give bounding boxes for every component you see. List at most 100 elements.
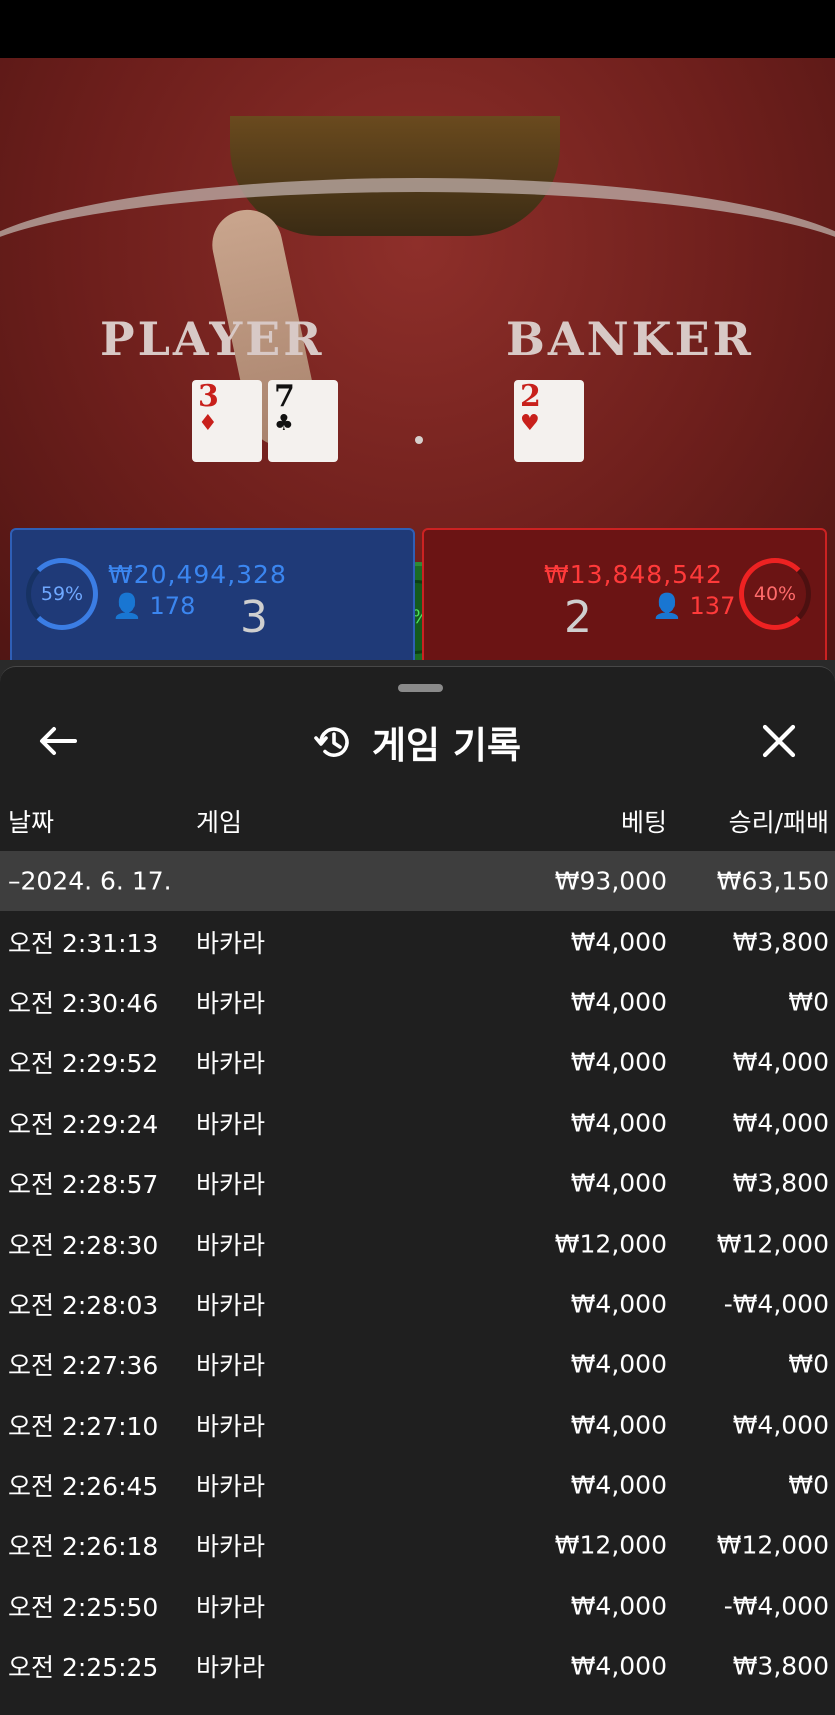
banker-card-1: 2 ♥ (514, 380, 584, 462)
table-row[interactable]: 오전 2:28:57 바카라 ₩4,000 ₩3,800 (0, 1153, 835, 1213)
table-row[interactable]: 오전 2:30:46 바카라 ₩4,000 ₩0 (0, 972, 835, 1032)
row-result: ₩3,800 (732, 1168, 829, 1198)
row-result: ₩0 (788, 1470, 829, 1500)
table-row[interactable]: 오전 2:25:50 바카라 ₩4,000 -₩4,000 (0, 1576, 835, 1636)
row-game: 바카라 (196, 1170, 266, 1200)
row-game: 바카라 (196, 1532, 266, 1562)
row-time: 오전 2:25:50 (8, 1592, 159, 1622)
row-game: 바카라 (196, 1351, 266, 1381)
row-time: 오전 2:26:45 (8, 1472, 159, 1502)
row-bet: ₩4,000 (570, 1651, 667, 1681)
row-time: 오전 2:28:57 (8, 1170, 159, 1200)
row-game: 바카라 (196, 1472, 266, 1502)
row-bet: ₩4,000 (570, 927, 667, 957)
table-row[interactable]: 오전 2:29:24 바카라 ₩4,000 ₩4,000 (0, 1093, 835, 1153)
row-bet: ₩4,000 (570, 1047, 667, 1077)
table-row[interactable]: 오전 2:27:36 바카라 ₩4,000 ₩0 (0, 1334, 835, 1394)
close-icon (762, 724, 796, 758)
row-result: -₩4,000 (723, 1591, 829, 1621)
table-row[interactable]: 오전 2:31:13 바카라 ₩4,000 ₩3,800 (0, 911, 835, 971)
banker-label: BANKER (506, 312, 754, 366)
table-row[interactable]: 오전 2:28:03 바카라 ₩4,000 -₩4,000 (0, 1274, 835, 1334)
row-result: ₩12,000 (716, 1229, 829, 1259)
row-time: 오전 2:28:30 (8, 1230, 159, 1260)
row-bet: ₩4,000 (570, 1591, 667, 1621)
table-row[interactable]: 오전 2:27:10 바카라 ₩4,000 ₩4,000 (0, 1395, 835, 1455)
player-card-1: 3 ♦ (192, 380, 262, 462)
row-bet: ₩4,000 (570, 1168, 667, 1198)
row-time: 오전 2:28:03 (8, 1290, 159, 1320)
history-icon (314, 727, 349, 757)
row-time: 오전 2:27:10 (8, 1411, 159, 1441)
player-label: PLAYER (100, 312, 325, 366)
summary-bet: ₩93,000 (554, 866, 667, 896)
row-time: 오전 2:31:13 (8, 928, 159, 958)
row-game: 바카라 (196, 928, 266, 958)
row-result: ₩4,000 (732, 1047, 829, 1077)
player-card-2: 7 ♣ (268, 380, 338, 462)
column-header-game: 게임 (196, 808, 243, 837)
banker-user-count: 👤 137 (652, 592, 736, 620)
player-total-amount: ₩20,494,328 (108, 560, 287, 589)
row-bet: ₩4,000 (570, 1410, 667, 1440)
row-game: 바카라 (196, 1049, 266, 1079)
player-score: 3 (240, 592, 268, 643)
row-game: 바카라 (196, 1109, 266, 1139)
user-icon: 👤 (112, 592, 142, 620)
user-icon: 👤 (652, 592, 682, 620)
row-bet: ₩12,000 (554, 1229, 667, 1259)
row-result: ₩4,000 (732, 1108, 829, 1138)
summary-date: –2024. 6. 17. (8, 866, 172, 896)
banker-score: 2 (564, 592, 592, 643)
date-summary-row[interactable]: –2024. 6. 17. ₩93,000 ₩63,150 (0, 851, 835, 912)
row-game: 바카라 (196, 1653, 266, 1683)
player-bet-area[interactable]: 59% ₩20,494,328 👤 178 3 (10, 528, 415, 668)
row-game: 바카라 (196, 1592, 266, 1622)
close-button[interactable] (751, 713, 807, 769)
sheet-title-wrap: 게임 기록 (0, 715, 835, 769)
row-bet: ₩4,000 (570, 987, 667, 1017)
table-row[interactable]: 오전 2:28:30 바카라 ₩12,000 ₩12,000 (0, 1213, 835, 1273)
row-bet: ₩4,000 (570, 1289, 667, 1319)
row-time: 오전 2:29:24 (8, 1109, 159, 1139)
table-row[interactable]: 오전 2:26:18 바카라 ₩12,000 ₩12,000 (0, 1515, 835, 1575)
column-header-date: 날짜 (8, 808, 55, 837)
row-bet: ₩4,000 (570, 1349, 667, 1379)
table-row[interactable]: 오전 2:26:45 바카라 ₩4,000 ₩0 (0, 1455, 835, 1515)
row-result: ₩3,800 (732, 927, 829, 957)
player-user-count: 👤 178 (112, 592, 196, 620)
player-percent-ring: 59% (26, 558, 98, 630)
sheet-drag-handle[interactable] (398, 684, 443, 692)
row-result: ₩0 (788, 987, 829, 1017)
table-marker (415, 436, 423, 444)
row-time: 오전 2:27:36 (8, 1351, 159, 1381)
sheet-title: 게임 기록 (371, 724, 522, 767)
row-time: 오전 2:30:46 (8, 988, 159, 1018)
row-game: 바카라 (196, 1230, 266, 1260)
row-result: ₩12,000 (716, 1530, 829, 1560)
row-game: 바카라 (196, 988, 266, 1018)
row-bet: ₩4,000 (570, 1108, 667, 1138)
row-time: 오전 2:26:18 (8, 1532, 159, 1562)
history-table: –2024. 6. 17. ₩93,000 ₩63,150 오전 2:31:13… (0, 851, 835, 1696)
row-result: ₩0 (788, 1349, 829, 1379)
row-result: ₩3,800 (732, 1651, 829, 1681)
column-header-result: 승리/패배 (728, 808, 829, 837)
row-bet: ₩12,000 (554, 1530, 667, 1560)
table-rim (0, 178, 835, 268)
banker-total-amount: ₩13,848,542 (544, 560, 723, 589)
summary-result: ₩63,150 (716, 866, 829, 896)
row-time: 오전 2:25:25 (8, 1653, 159, 1683)
banker-percent-ring: 40% (739, 558, 811, 630)
row-bet: ₩4,000 (570, 1470, 667, 1500)
row-time: 오전 2:29:52 (8, 1049, 159, 1079)
row-result: ₩4,000 (732, 1410, 829, 1440)
row-game: 바카라 (196, 1290, 266, 1320)
banker-bet-area[interactable]: ₩13,848,542 👤 137 2 40% (422, 528, 827, 668)
table-row[interactable]: 오전 2:25:25 바카라 ₩4,000 ₩3,800 (0, 1636, 835, 1696)
status-bar (0, 0, 835, 58)
row-result: -₩4,000 (723, 1289, 829, 1319)
table-row[interactable]: 오전 2:29:52 바카라 ₩4,000 ₩4,000 (0, 1032, 835, 1092)
sheet-header: 게임 기록 (0, 707, 835, 773)
column-header-bet: 베팅 (620, 808, 667, 837)
